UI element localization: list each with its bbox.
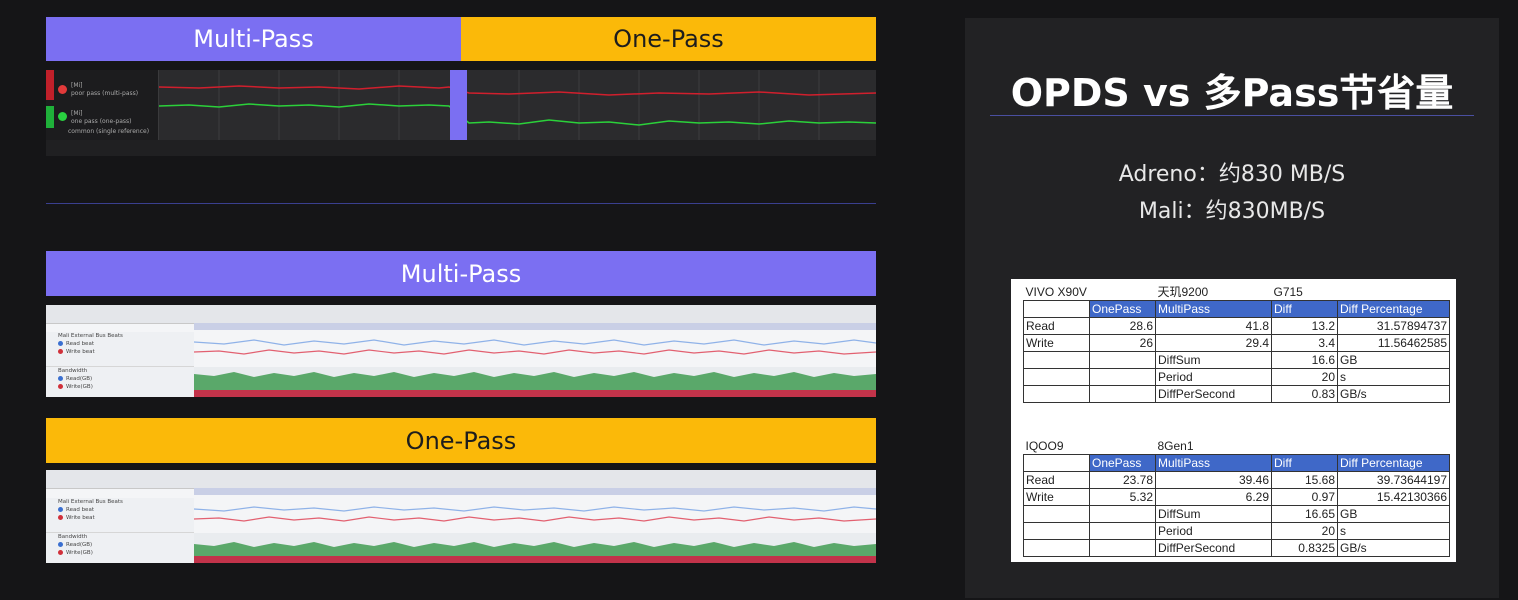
track-sub: common (single reference) bbox=[68, 128, 150, 135]
header-cell: MultiPass bbox=[1155, 300, 1272, 318]
read-dot-icon bbox=[58, 542, 63, 547]
table-row: Write 26 29.4 3.4 11.56462585 bbox=[1023, 334, 1450, 352]
track-item: Read beat bbox=[46, 340, 194, 348]
table-row: Write 5.32 6.29 0.97 15.42130366 bbox=[1023, 488, 1450, 506]
header-cell: Diff bbox=[1271, 454, 1338, 472]
read-dot-icon bbox=[58, 341, 63, 346]
track-bandwidth: Bandwidth Read(GB) Write(GB) bbox=[46, 533, 194, 563]
multi-pass-label: Multi-Pass bbox=[193, 25, 314, 53]
track-item: Write beat bbox=[46, 514, 194, 522]
mali-multipass-graph bbox=[194, 339, 876, 397]
header-cell: OnePass bbox=[1089, 300, 1156, 318]
mali-onepass-graph bbox=[194, 506, 876, 563]
table-header-row: OnePass MultiPass Diff Diff Percentage bbox=[1023, 454, 1450, 472]
one-pass-label: One-Pass bbox=[613, 25, 724, 53]
multi-pass-banner-top: Multi-Pass bbox=[46, 17, 461, 61]
table-header-row: OnePass MultiPass Diff Diff Percentage bbox=[1023, 300, 1450, 318]
red-marker-icon bbox=[46, 70, 54, 100]
device-cell: VIVO X90V bbox=[1023, 284, 1090, 301]
table-row: Read 28.6 41.8 13.2 31.57894737 bbox=[1023, 317, 1450, 335]
read-dot-icon bbox=[58, 507, 63, 512]
multi-pass-banner-mali: Multi-Pass bbox=[46, 251, 876, 296]
track-item: Read(GB) bbox=[46, 375, 194, 383]
track-title: Mali External Bus Beats bbox=[58, 333, 123, 339]
track-title: Bandwidth bbox=[58, 368, 88, 374]
adreno-trace-graph bbox=[159, 70, 876, 140]
table-row: DiffPerSecond 0.8325 GB/s bbox=[1023, 539, 1450, 557]
table-row: DiffSum 16.6 GB bbox=[1023, 351, 1450, 369]
table-row: Period 20 s bbox=[1023, 368, 1450, 386]
track-item: Read(GB) bbox=[46, 541, 194, 549]
write-dot-icon bbox=[58, 515, 63, 520]
mali-stat: Mali：约830MB/S bbox=[1138, 199, 1326, 224]
track-name: [Mi] bbox=[71, 110, 83, 117]
track-bus-beats: Mali External Bus Beats Read beat Write … bbox=[46, 498, 194, 533]
track-title: Bandwidth bbox=[58, 534, 88, 540]
read-dot-icon bbox=[58, 376, 63, 381]
table-row: DiffPerSecond 0.83 GB/s bbox=[1023, 385, 1450, 403]
mali-onepass-trace: Mali External Bus Beats Read beat Write … bbox=[46, 470, 876, 563]
track-bus-beats: Mali External Bus Beats Read beat Write … bbox=[46, 332, 194, 367]
track-item: Write(GB) bbox=[46, 383, 194, 391]
green-marker-icon bbox=[46, 106, 54, 128]
track-bandwidth: Bandwidth Read(GB) Write(GB) bbox=[46, 367, 194, 397]
table-row: Read 23.78 39.46 15.68 39.73644197 bbox=[1023, 471, 1450, 489]
track-name: [Mi] bbox=[71, 82, 83, 89]
table-vivo: VIVO X90V 天玑9200 G715 OnePass MultiPass … bbox=[1023, 284, 1450, 403]
table-row: DiffSum 16.65 GB bbox=[1023, 505, 1450, 523]
device-cell: IQOO9 bbox=[1023, 438, 1090, 455]
write-dot-icon bbox=[58, 349, 63, 354]
track-item: Read beat bbox=[46, 506, 194, 514]
panel-divider bbox=[990, 115, 1474, 116]
green-dot-icon bbox=[58, 112, 67, 121]
table-meta-row: VIVO X90V 天玑9200 G715 bbox=[1023, 284, 1450, 301]
spreadsheet: VIVO X90V 天玑9200 G715 OnePass MultiPass … bbox=[1011, 279, 1456, 562]
header-cell: Diff bbox=[1271, 300, 1338, 318]
table-iqoo: IQOO9 8Gen1 OnePass MultiPass Diff Diff … bbox=[1023, 438, 1450, 557]
header-cell: MultiPass bbox=[1155, 454, 1272, 472]
one-pass-label: One-Pass bbox=[405, 426, 517, 455]
table-row: Period 20 s bbox=[1023, 522, 1450, 540]
chip-cell: 天玑9200 bbox=[1155, 284, 1272, 301]
track-item: Write(GB) bbox=[46, 549, 194, 557]
multi-pass-label: Multi-Pass bbox=[400, 259, 522, 288]
track-item: Write beat bbox=[46, 348, 194, 356]
one-pass-banner-mali: One-Pass bbox=[46, 418, 876, 463]
header-cell: Diff Percentage bbox=[1337, 300, 1450, 318]
mali-multipass-trace: Mali External Bus Beats Read beat Write … bbox=[46, 305, 876, 397]
header-cell: OnePass bbox=[1089, 454, 1156, 472]
one-pass-banner-top: One-Pass bbox=[461, 17, 876, 61]
time-ruler bbox=[46, 470, 876, 489]
adreno-stat: Adreno：约830 MB/S bbox=[1118, 162, 1346, 187]
gpu-cell: G715 bbox=[1271, 284, 1338, 301]
write-dot-icon bbox=[58, 550, 63, 555]
write-dot-icon bbox=[58, 384, 63, 389]
header-cell: Diff Percentage bbox=[1337, 454, 1450, 472]
track-title: Mali External Bus Beats bbox=[58, 499, 123, 505]
panel-title: OPDS vs 多Pass节省量 bbox=[1010, 71, 1454, 115]
chip-cell: 8Gen1 bbox=[1155, 438, 1272, 455]
time-ruler bbox=[46, 140, 876, 156]
adreno-trace-view: [Mi] poor pass (multi-pass) [Mi] one pas… bbox=[46, 70, 876, 156]
time-ruler bbox=[46, 305, 876, 324]
section-divider bbox=[46, 203, 876, 204]
range-bar bbox=[194, 323, 876, 330]
track-sub: poor pass (multi-pass) bbox=[71, 90, 139, 97]
table-meta-row: IQOO9 8Gen1 bbox=[1023, 438, 1450, 455]
red-dot-icon bbox=[58, 85, 67, 94]
track-sub: one pass (one-pass) bbox=[71, 118, 132, 125]
range-bar bbox=[194, 488, 876, 495]
